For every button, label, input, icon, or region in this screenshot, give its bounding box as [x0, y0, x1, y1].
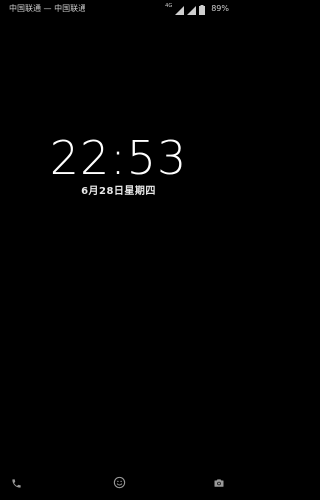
signal-icon	[175, 0, 185, 19]
phone-shortcut[interactable]	[7, 474, 25, 492]
status-icons: 4G 89%	[165, 3, 229, 15]
face-icon	[113, 474, 126, 493]
phone-icon	[11, 474, 22, 493]
lock-screen-clock: 22:53	[49, 131, 188, 185]
face-unlock-shortcut[interactable]	[110, 474, 128, 492]
lock-screen-date: 6月28日星期四	[81, 186, 156, 197]
carrier-label: 中国联通 — 中国联通	[9, 4, 85, 13]
battery-icon	[199, 0, 206, 19]
battery-percentage: 89%	[211, 4, 229, 13]
status-bar: 中国联通 — 中国联通 4G 89%	[0, 0, 237, 18]
camera-icon	[213, 474, 225, 493]
network-type-label: 4G	[165, 3, 173, 9]
camera-shortcut[interactable]	[210, 474, 228, 492]
signal-icon-secondary	[187, 0, 197, 19]
